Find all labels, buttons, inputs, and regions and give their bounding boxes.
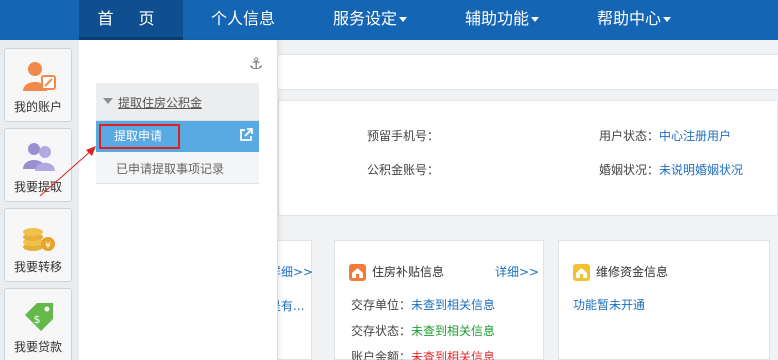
annotation-arrow <box>39 146 96 197</box>
